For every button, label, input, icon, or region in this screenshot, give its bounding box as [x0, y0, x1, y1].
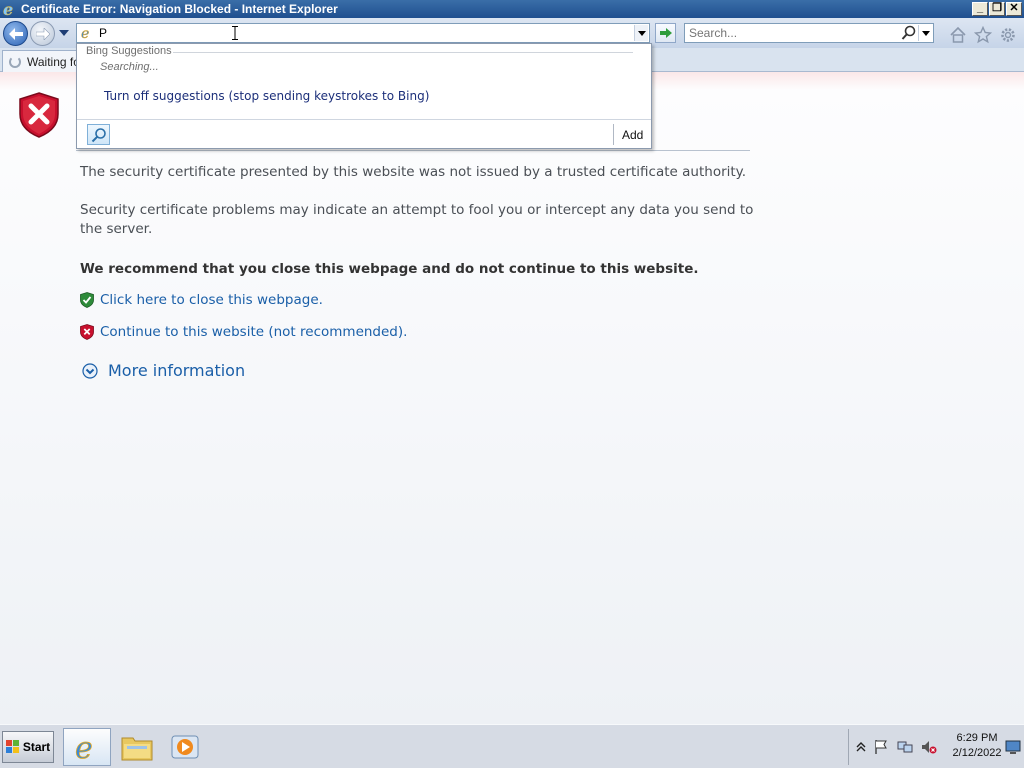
back-arrow-icon	[8, 27, 23, 40]
suggestions-header: Bing Suggestions	[86, 45, 172, 57]
more-information-toggle[interactable]: More information	[82, 361, 245, 380]
red-shield-icon	[80, 324, 94, 340]
taskbar-media-player[interactable]	[161, 728, 209, 766]
close-window-button[interactable]: ✕	[1006, 2, 1022, 16]
go-arrow-icon	[659, 28, 672, 38]
suggestions-footer: Add	[77, 119, 651, 148]
recommendation-text: We recommend that you close this webpage…	[80, 261, 699, 277]
turn-off-suggestions-link[interactable]: Turn off suggestions (stop sending keyst…	[104, 89, 429, 103]
show-desktop-icon[interactable]	[1005, 739, 1021, 755]
page-icon: e	[80, 25, 96, 43]
recent-pages-dropdown[interactable]	[59, 30, 69, 36]
window-title: Certificate Error: Navigation Blocked - …	[21, 2, 338, 16]
taskbar: Start e 6:29 PM 2/12/2022	[0, 724, 1024, 768]
more-information-label[interactable]: More information	[108, 361, 245, 380]
media-player-icon	[171, 735, 199, 759]
svg-text:e: e	[3, 1, 13, 17]
continue-website-link[interactable]: Continue to this website (not recommende…	[80, 324, 407, 340]
close-webpage-link-text[interactable]: Click here to close this webpage.	[100, 292, 323, 308]
gear-icon[interactable]	[999, 26, 1017, 44]
expand-chevron-icon[interactable]	[82, 362, 98, 379]
show-hidden-icons-icon[interactable]	[853, 739, 869, 755]
internet-explorer-icon: e	[75, 732, 94, 762]
tab-label: Waiting fo	[27, 54, 80, 69]
close-webpage-link[interactable]: Click here to close this webpage.	[80, 292, 323, 308]
search-input[interactable]	[689, 25, 899, 41]
start-label: Start	[22, 740, 51, 754]
search-box[interactable]	[684, 23, 934, 43]
page-content: The security certificate presented by th…	[0, 72, 1024, 724]
search-icon[interactable]	[901, 25, 917, 41]
address-bar[interactable]: e	[76, 23, 650, 43]
suggestion-search-button[interactable]	[87, 124, 110, 145]
svg-text:e: e	[75, 732, 93, 762]
address-input[interactable]	[99, 25, 629, 41]
taskbar-file-explorer[interactable]	[113, 728, 161, 766]
folder-icon	[121, 737, 153, 761]
search-icon	[91, 127, 106, 142]
green-shield-icon	[80, 292, 94, 308]
forward-button[interactable]	[30, 21, 55, 46]
add-provider-button[interactable]: Add	[622, 128, 643, 142]
address-suggestions-dropdown: Bing Suggestions Searching... Turn off s…	[76, 43, 652, 149]
title-bar: e Certificate Error: Navigation Blocked …	[0, 0, 1024, 18]
security-warning-text: Security certificate problems may indica…	[80, 202, 754, 237]
address-dropdown-button[interactable]	[634, 25, 648, 41]
network-icon[interactable]	[897, 739, 913, 755]
loading-spinner-icon	[9, 55, 21, 68]
clock-date: 2/12/2022	[952, 747, 1002, 759]
minimize-button[interactable]: _	[972, 2, 988, 16]
internet-explorer-icon: e	[2, 1, 18, 17]
certificate-issue-text: The security certificate presented by th…	[80, 164, 747, 180]
error-shield-icon	[18, 92, 60, 138]
svg-text:e: e	[81, 26, 89, 41]
clock[interactable]: 6:29 PM 2/12/2022	[949, 731, 1005, 761]
favorites-star-icon[interactable]	[973, 25, 993, 44]
go-button[interactable]	[655, 23, 676, 43]
text-cursor-icon	[232, 25, 238, 40]
back-button[interactable]	[3, 21, 28, 46]
suggestions-status: Searching...	[100, 61, 159, 73]
clock-time: 6:29 PM	[956, 732, 998, 744]
search-options-dropdown[interactable]	[918, 25, 932, 41]
continue-website-link-text[interactable]: Continue to this website (not recommende…	[100, 324, 407, 340]
windows-logo-icon	[5, 740, 19, 753]
system-tray: 6:29 PM 2/12/2022	[848, 729, 1024, 765]
forward-arrow-icon	[35, 27, 50, 40]
volume-muted-icon[interactable]	[921, 739, 937, 755]
suggestions-header-line	[173, 52, 633, 53]
action-center-flag-icon[interactable]	[873, 739, 889, 755]
restore-button[interactable]: ❐	[989, 2, 1005, 16]
footer-separator	[613, 124, 614, 145]
heading-divider	[76, 150, 750, 151]
start-button[interactable]: Start	[2, 731, 54, 763]
taskbar-internet-explorer[interactable]: e	[63, 728, 111, 766]
home-icon[interactable]	[949, 26, 967, 44]
